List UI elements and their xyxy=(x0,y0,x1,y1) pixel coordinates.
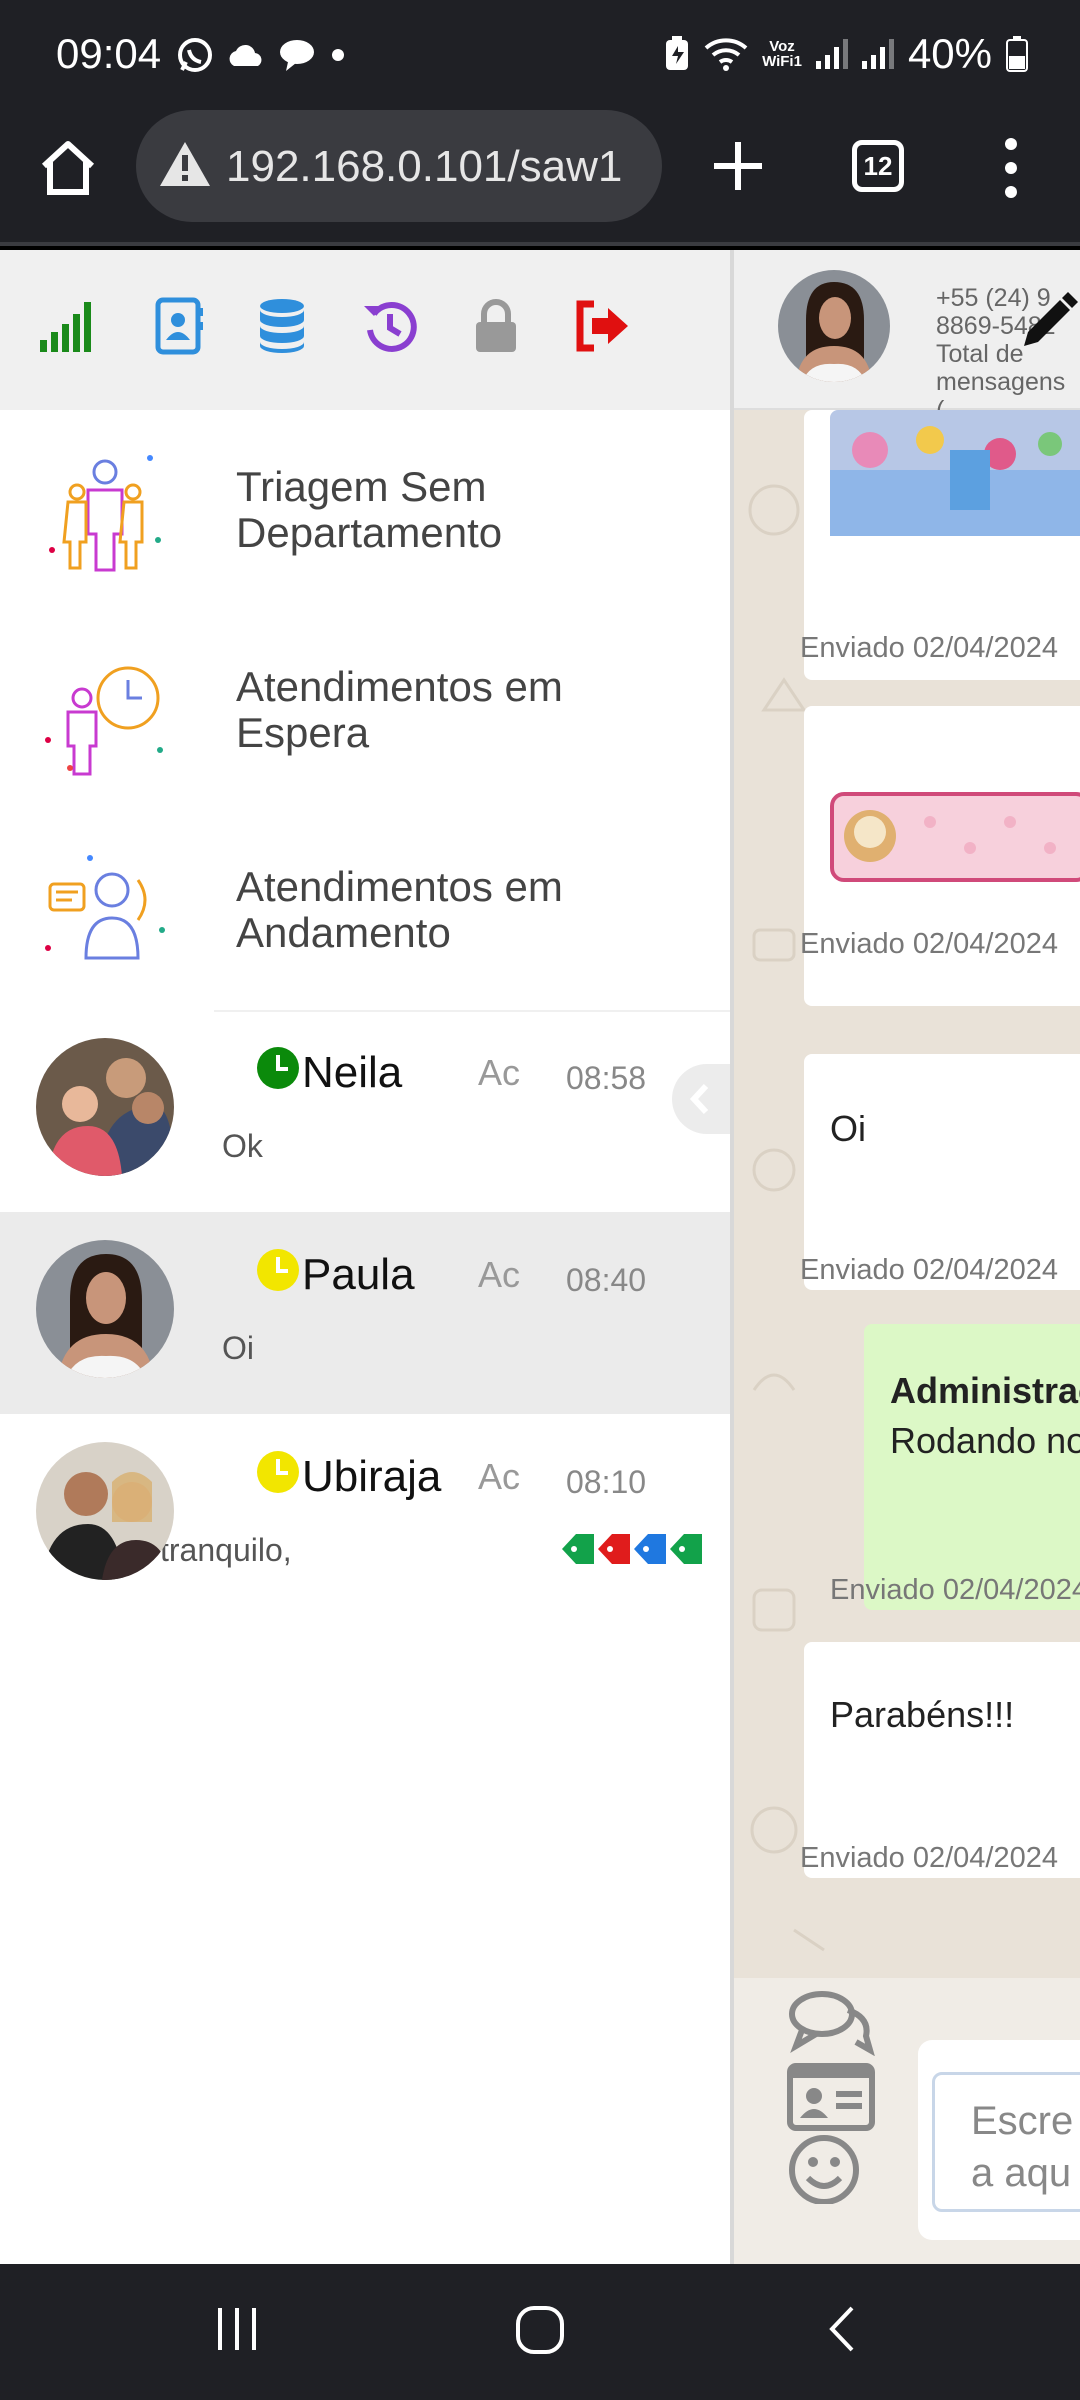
message-bubble[interactable]: Parabéns!!! Enviado 02/04/2024 xyxy=(800,1642,1080,1878)
network-label: Voz WiFi1 xyxy=(762,38,802,70)
chat-item-neila[interactable]: Neila Ac 08:58 Ok xyxy=(0,1010,730,1212)
recent-apps-icon[interactable] xyxy=(214,2304,260,2354)
menu-espera[interactable]: Atendimentos em Espera xyxy=(0,610,730,810)
chat-time: 08:58 xyxy=(566,1060,647,1096)
notification-icons xyxy=(176,36,348,74)
dot-icon xyxy=(332,49,344,61)
chat-preview: Oi xyxy=(222,1330,254,1366)
tag-icon xyxy=(598,1534,630,1564)
signal-strength-2-icon xyxy=(861,39,894,69)
status-bar: 09:04 Voz WiFi1 40% xyxy=(0,0,1080,108)
quick-replies-icon[interactable] xyxy=(786,1986,876,2056)
team-illustration-icon xyxy=(49,455,161,572)
chat-status: Ac xyxy=(478,1456,521,1497)
message-text: Parabéns!!! xyxy=(830,1694,1015,1735)
chat-item-ubiraja[interactable]: tranquilo, Ubiraja Ac 08:10 xyxy=(0,1414,730,1616)
system-status-icons: Voz WiFi1 40% xyxy=(664,30,1028,78)
message-input[interactable]: Escre a aqu xyxy=(932,2072,1080,2212)
chat-time: 08:40 xyxy=(566,1262,647,1298)
message-meta: Enviado 02/04/2024 xyxy=(800,928,1058,960)
home-icon[interactable] xyxy=(36,136,100,200)
chat-name: Paula xyxy=(302,1250,415,1299)
support-illustration-icon xyxy=(45,855,165,960)
status-time: 09:04 xyxy=(56,30,162,77)
browser-toolbar: 192.168.0.101/saw1 12 xyxy=(0,108,1080,246)
message-meta: Enviado 02/04/2024 xyxy=(800,1254,1058,1286)
waiting-illustration-icon xyxy=(45,666,163,776)
message-meta: Enviado 02/04/2024 xyxy=(800,632,1058,664)
address-bar[interactable]: 192.168.0.101/saw1 xyxy=(136,110,662,222)
tab-switcher-button[interactable]: 12 xyxy=(852,140,904,192)
message-bubble[interactable]: Enviado 02/04/2024 xyxy=(800,706,1080,1006)
tag-icon xyxy=(562,1534,594,1564)
menu-label-andamento: Atendimentos em Andamento xyxy=(236,863,563,956)
menu-triagem[interactable]: Triagem Sem Departamento xyxy=(0,410,730,610)
contact-card-icon[interactable] xyxy=(786,2062,876,2132)
message-text: Oi xyxy=(830,1108,866,1149)
menu-andamento[interactable]: Atendimentos em Andamento xyxy=(0,810,730,1010)
battery-saver-icon xyxy=(666,36,689,70)
chat-bubble-icon xyxy=(280,40,314,71)
emoji-icon[interactable] xyxy=(786,2134,876,2204)
left-toolbar xyxy=(0,250,730,410)
avatar xyxy=(36,1442,174,1580)
clock-icon xyxy=(257,1451,299,1493)
tag-icon xyxy=(634,1534,666,1564)
avatar xyxy=(36,1038,174,1176)
signal-icon[interactable] xyxy=(36,296,96,356)
chat-name: Ubiraja xyxy=(302,1452,442,1501)
wifi-icon xyxy=(704,38,748,71)
chat-name: Neila xyxy=(302,1048,403,1097)
menu-label-triagem: Triagem Sem Departamento xyxy=(236,463,503,556)
clock-icon xyxy=(257,1249,299,1291)
system-navigation-bar xyxy=(0,2264,1080,2400)
chevron-left-icon xyxy=(689,1083,709,1115)
battery-icon xyxy=(1006,36,1028,72)
message-image[interactable] xyxy=(830,410,1080,536)
chat-item-paula[interactable]: Paula Ac 08:40 Oi xyxy=(0,1212,730,1414)
message-meta: Enviado 02/04/2024 xyxy=(830,1574,1080,1606)
avatar xyxy=(36,1240,174,1378)
chat-time: 08:10 xyxy=(566,1464,647,1500)
signal-strength-icon xyxy=(815,39,848,69)
message-author: Administrac xyxy=(890,1370,1080,1411)
conversation-panel: +55 (24) 9 8869-5482 Total de mensagens … xyxy=(730,250,1080,2264)
chat-status: Ac xyxy=(478,1052,521,1093)
message-bubble[interactable]: Enviado 02/04/2024 xyxy=(800,410,1080,680)
home-nav-icon[interactable] xyxy=(512,2302,568,2358)
menu-label-espera: Atendimentos em Espera xyxy=(236,663,563,756)
contact-avatar[interactable] xyxy=(778,270,890,382)
whatsapp-icon xyxy=(178,38,212,72)
edit-icon[interactable] xyxy=(1016,290,1080,354)
new-tab-icon[interactable] xyxy=(710,138,766,194)
history-icon[interactable] xyxy=(360,296,420,356)
clock-icon xyxy=(257,1047,299,1089)
conversation-header: +55 (24) 9 8869-5482 Total de mensagens … xyxy=(734,250,1080,424)
lock-icon[interactable] xyxy=(466,296,526,356)
message-composer: Escre a aqu xyxy=(734,1978,1080,2264)
tag-list xyxy=(560,1532,704,1566)
collapse-panel-button[interactable] xyxy=(672,1064,730,1134)
browser-menu-icon[interactable] xyxy=(996,138,1026,198)
battery-percent: 40% xyxy=(907,30,992,77)
url-text[interactable]: 192.168.0.101/saw1 xyxy=(226,142,622,192)
cloud-icon xyxy=(229,44,262,66)
chat-divider xyxy=(214,1010,730,1012)
chat-preview: tranquilo, xyxy=(160,1532,292,1568)
back-nav-icon[interactable] xyxy=(820,2304,866,2354)
message-bubble[interactable]: Oi Enviado 02/04/2024 xyxy=(800,1054,1080,1290)
message-text: Rodando no xyxy=(890,1420,1080,1461)
tag-icon xyxy=(670,1534,702,1564)
composer-box: Escre a aqu xyxy=(918,2040,1080,2240)
logout-icon[interactable] xyxy=(572,296,632,356)
chat-status: Ac xyxy=(478,1254,521,1295)
message-image[interactable] xyxy=(830,792,1080,882)
message-meta: Enviado 02/04/2024 xyxy=(800,1842,1058,1874)
database-icon[interactable] xyxy=(252,296,312,356)
warning-icon[interactable] xyxy=(158,140,212,188)
message-bubble-sent[interactable]: Administrac Rodando no Enviado 02/04/202… xyxy=(830,1324,1080,1610)
contacts-icon[interactable] xyxy=(148,296,208,356)
conversation-list-panel: Triagem Sem Departamento Atendimentos em… xyxy=(0,250,730,2264)
chat-preview: Ok xyxy=(222,1128,263,1164)
